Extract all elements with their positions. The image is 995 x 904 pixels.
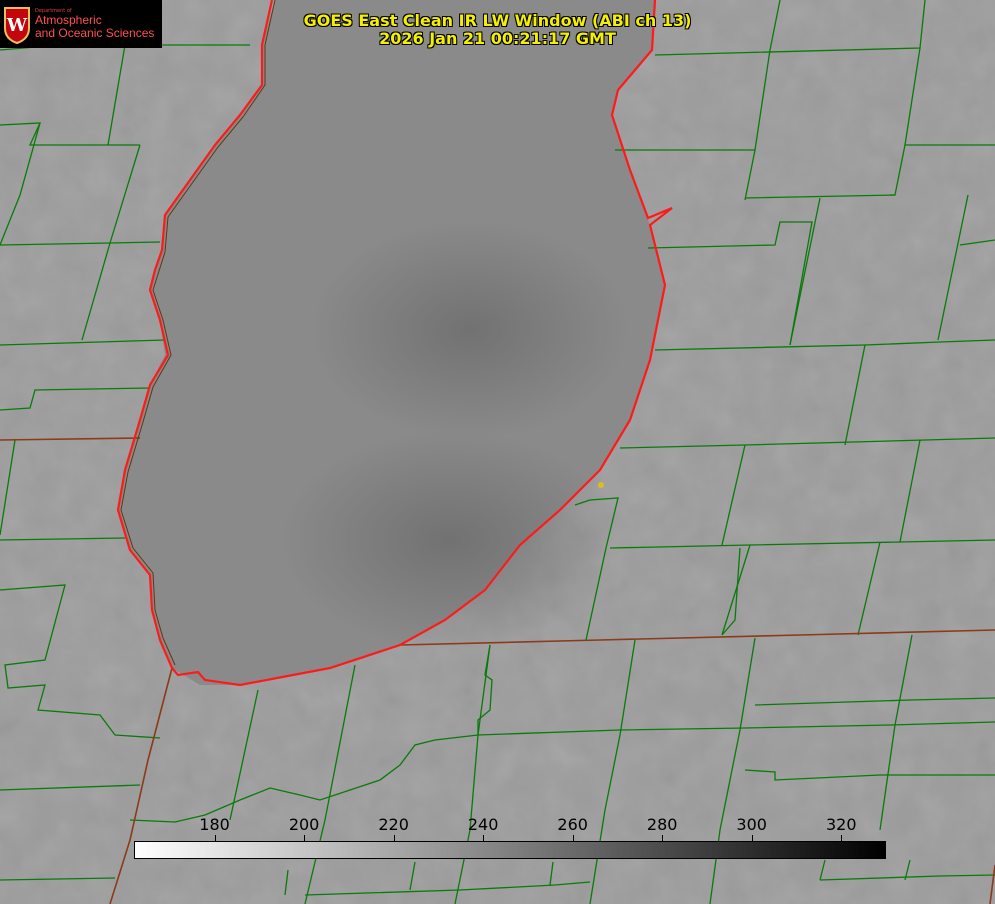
uw-aos-logo: W Department of Atmospheric and Oceanic …: [0, 0, 162, 48]
city-marker: [598, 482, 604, 488]
svg-text:W: W: [6, 15, 28, 36]
colorbar-tick-mark: [304, 835, 306, 841]
colorbar-tick-label: 240: [467, 815, 499, 834]
colorbar-tick-mark: [841, 835, 843, 841]
colorbar-tick-mark: [751, 835, 753, 841]
colorbar-tick-label: 300: [736, 815, 767, 834]
colorbar-tick-label: 220: [378, 815, 409, 834]
colorbar-tick-mark: [214, 835, 216, 841]
satellite-imagery-map: [0, 0, 995, 904]
colorbar-tick-mark: [572, 835, 574, 841]
colorbar-tick-mark: [662, 835, 664, 841]
logo-line-2: and Oceanic Sciences: [35, 25, 155, 40]
logo-line-1: Atmospheric: [35, 13, 102, 28]
colorbar-tick-mark: [393, 835, 395, 841]
cold-cloud-region-north: [310, 220, 630, 440]
colorbar-tick-label: 320: [825, 815, 857, 834]
image-title: GOES East Clean IR LW Window (ABI ch 13): [303, 11, 692, 30]
colorbar: [134, 841, 886, 859]
colorbar-tick-label: 260: [557, 815, 588, 834]
uw-crest-icon: W: [4, 7, 30, 44]
colorbar-tick-mark: [483, 835, 485, 841]
colorbar-tick-label: 200: [288, 815, 320, 834]
image-timestamp: 2026 Jan 21 00:21:17 GMT: [379, 29, 616, 48]
colorbar-tick-label: 280: [646, 815, 678, 834]
colorbar-tick-label: 180: [199, 815, 230, 834]
